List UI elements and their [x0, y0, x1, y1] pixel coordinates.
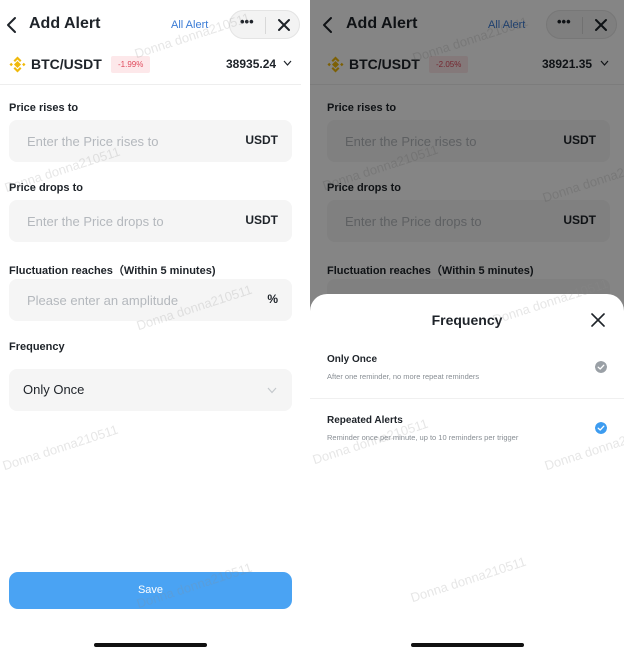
all-alert-link[interactable]: All Alert	[171, 19, 208, 31]
page-title: Add Alert	[29, 15, 101, 32]
fluctuation-unit: %	[267, 292, 278, 306]
price-drops-label: Price drops to	[9, 182, 83, 194]
capsule-divider	[265, 17, 266, 34]
price-drops-input[interactable]	[27, 200, 227, 242]
fluctuation-field[interactable]: %	[9, 279, 292, 321]
price-rises-label: Price rises to	[9, 102, 79, 114]
watermark: Donna donna210511	[408, 553, 528, 606]
fluctuation-label: Fluctuation reaches（Within 5 minutes)	[9, 265, 216, 277]
frequency-select[interactable]: Only Once	[9, 369, 292, 411]
frequency-option-only-once[interactable]: Only Once After one reminder, no more re…	[310, 344, 624, 402]
sheet-title: Frequency	[431, 312, 503, 328]
home-indicator	[411, 643, 524, 647]
change-badge: -1.99%	[111, 56, 151, 73]
option-divider	[310, 398, 624, 399]
price-drops-unit: USDT	[245, 213, 278, 227]
close-icon[interactable]	[276, 17, 292, 33]
more-button[interactable]: •••	[240, 14, 254, 29]
price-rises-field[interactable]: USDT	[9, 120, 292, 162]
header: Add Alert All Alert •••	[0, 8, 301, 42]
option-title: Repeated Alerts	[327, 415, 403, 426]
screen-gap	[301, 0, 310, 663]
pair-symbol: BTC/USDT	[31, 56, 102, 72]
price-rises-unit: USDT	[245, 133, 278, 147]
check-circle-icon	[595, 361, 607, 373]
frequency-option-repeated-alerts[interactable]: Repeated Alerts Reminder once per minute…	[310, 405, 624, 463]
chevron-down-icon[interactable]	[283, 60, 292, 66]
last-price: 38935.24	[226, 57, 277, 71]
add-alert-screen-with-sheet: Add Alert All Alert ••• BTC/USDT -2.05% …	[310, 0, 624, 663]
mini-program-capsule: •••	[229, 10, 300, 39]
option-title: Only Once	[327, 354, 378, 365]
chevron-down-icon	[267, 387, 277, 394]
check-circle-selected-icon	[595, 422, 607, 434]
fluctuation-input[interactable]	[27, 279, 227, 321]
frequency-bottom-sheet: Frequency Only Once After one reminder, …	[310, 276, 624, 663]
option-subtitle: After one reminder, no more repeat remin…	[327, 372, 480, 381]
frequency-label: Frequency	[9, 341, 65, 353]
add-alert-screen: Add Alert All Alert ••• BTC/USDT -1.99% …	[0, 0, 301, 663]
watermark: Donna donna210511	[0, 421, 120, 474]
home-indicator	[94, 643, 207, 647]
frequency-value: Only Once	[23, 382, 85, 397]
price-drops-field[interactable]: USDT	[9, 200, 292, 242]
price-rises-input[interactable]	[27, 120, 227, 162]
back-arrow-icon[interactable]	[6, 16, 18, 34]
trading-pair-row[interactable]: BTC/USDT -1.99% 38935.24	[0, 52, 301, 78]
binance-logo-icon	[9, 56, 26, 73]
save-button[interactable]: Save	[9, 572, 292, 609]
close-icon[interactable]	[591, 313, 605, 327]
option-subtitle: Reminder once per minute, up to 10 remin…	[327, 433, 519, 442]
divider	[0, 84, 301, 85]
